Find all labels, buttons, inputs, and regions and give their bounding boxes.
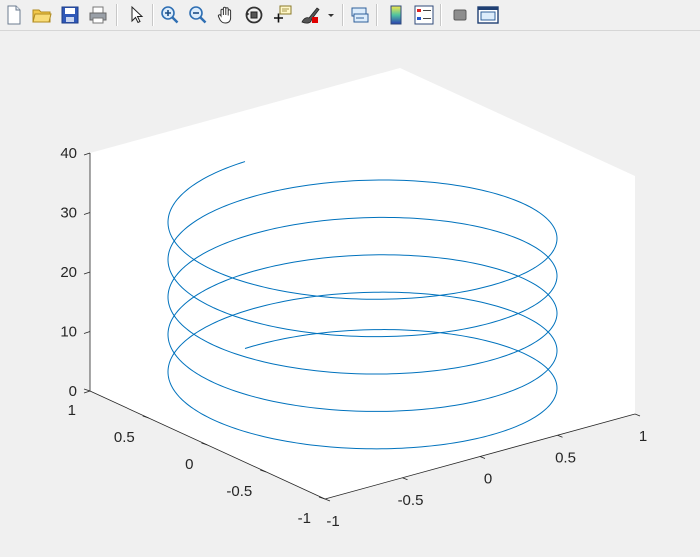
data-cursor-icon (274, 5, 292, 23)
z-tick-label: 40 (60, 145, 77, 162)
z-tick-label: 30 (60, 205, 77, 222)
rotate-3d-icon (245, 6, 263, 24)
y-tick-label: -0.5 (226, 483, 252, 500)
z-tick (83, 390, 91, 394)
insert-legend-button[interactable] (412, 3, 436, 27)
x-tick (479, 456, 486, 459)
hand-icon (217, 6, 232, 24)
open-file-button[interactable] (30, 3, 54, 27)
rotate-3d-button[interactable] (242, 3, 266, 27)
y-tick-label: 1 (68, 402, 76, 419)
z-tick (83, 331, 91, 334)
link-plot-icon (351, 7, 369, 23)
plot-3d[interactable]: -1-0.500.51-1-0.500.51010203040 (0, 31, 700, 557)
x-tick (402, 477, 408, 481)
z-tick-label: 0 (69, 383, 77, 400)
link-plot-button[interactable] (348, 3, 372, 27)
legend-icon (414, 5, 434, 25)
folder-open-icon (32, 9, 52, 23)
x-tick (557, 434, 563, 438)
y-tick-label: 0 (185, 456, 193, 473)
toolbar-separator (152, 4, 154, 26)
z-tick (83, 271, 91, 275)
zoom-out-button[interactable] (186, 3, 210, 27)
x-tick-label: -1 (326, 513, 339, 530)
x-tick-label: 1 (639, 428, 647, 445)
pan-button[interactable] (214, 3, 238, 27)
edit-plot-button[interactable] (124, 3, 148, 27)
hide-plot-tools-button[interactable] (448, 3, 472, 27)
save-figure-button[interactable] (58, 3, 82, 27)
z-tick (83, 212, 91, 215)
x-tick-label: 0 (484, 471, 492, 488)
printer-icon (89, 6, 107, 24)
new-figure-button[interactable] (2, 3, 26, 27)
show-tools-icon (477, 6, 499, 24)
zoom-in-icon (161, 6, 179, 24)
z-tick-label: 10 (60, 324, 77, 341)
arrow-cursor-icon (131, 5, 144, 24)
y-tick (83, 388, 91, 392)
x-tick-label: 0.5 (555, 449, 576, 466)
colorbar-icon (390, 5, 402, 25)
data-cursor-button[interactable] (270, 3, 294, 27)
new-document-icon (7, 5, 21, 25)
insert-colorbar-button[interactable] (384, 3, 408, 27)
z-tick-label: 20 (60, 264, 77, 281)
brush-button[interactable] (298, 3, 336, 27)
zoom-out-icon (189, 6, 207, 24)
y-tick-label: 0.5 (114, 429, 135, 446)
toolbar-separator (376, 4, 378, 26)
toolbar-separator (342, 4, 344, 26)
brush-icon (301, 7, 334, 24)
zoom-in-button[interactable] (158, 3, 182, 27)
toolbar-separator (116, 4, 118, 26)
hide-tools-icon (453, 9, 467, 21)
print-figure-button[interactable] (86, 3, 110, 27)
x-tick-label: -0.5 (398, 492, 424, 509)
show-plot-tools-button[interactable] (476, 3, 500, 27)
figure-toolbar (0, 0, 700, 31)
z-tick (83, 152, 91, 156)
x-tick (634, 413, 641, 417)
x-tick (324, 498, 331, 502)
toolbar-separator (440, 4, 442, 26)
figure-canvas[interactable]: -1 -0.5 0 0.5 1 -1 -0.5 0 0.5 1 0 10 20 30 40 (0, 31, 700, 557)
floppy-disk-icon (61, 6, 79, 24)
y-tick-label: -1 (298, 510, 311, 527)
